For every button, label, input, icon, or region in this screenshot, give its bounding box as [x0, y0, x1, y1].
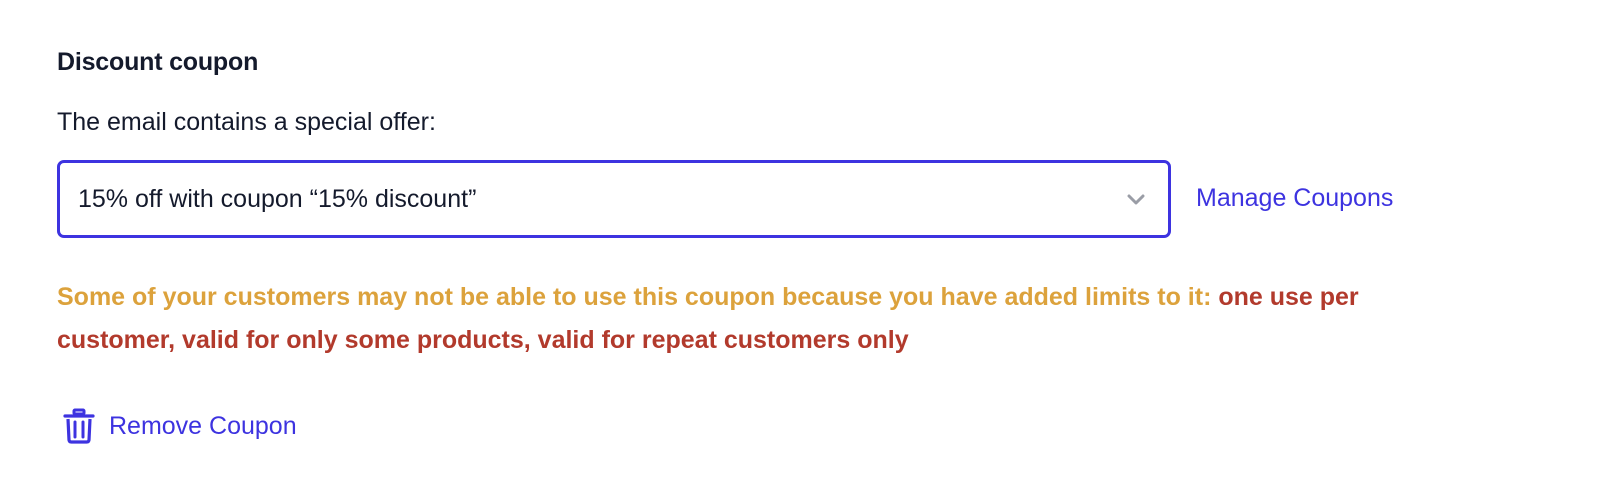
chevron-down-icon [1127, 194, 1145, 205]
coupon-select-value: 15% off with coupon “15% discount” [78, 185, 477, 213]
coupon-select[interactable]: 15% off with coupon “15% discount” [57, 160, 1171, 238]
offer-label: The email contains a special offer: [57, 108, 436, 136]
section-title: Discount coupon [57, 48, 259, 76]
coupon-limits-warning: Some of your customers may not be able t… [57, 276, 1397, 362]
discount-coupon-panel: Discount coupon The email contains a spe… [0, 0, 1598, 492]
remove-coupon-label: Remove Coupon [109, 411, 297, 440]
warning-message: Some of your customers may not be able t… [57, 283, 1219, 311]
trash-icon [63, 408, 95, 444]
remove-coupon-button[interactable]: Remove Coupon [63, 406, 297, 446]
manage-coupons-link[interactable]: Manage Coupons [1196, 184, 1393, 213]
